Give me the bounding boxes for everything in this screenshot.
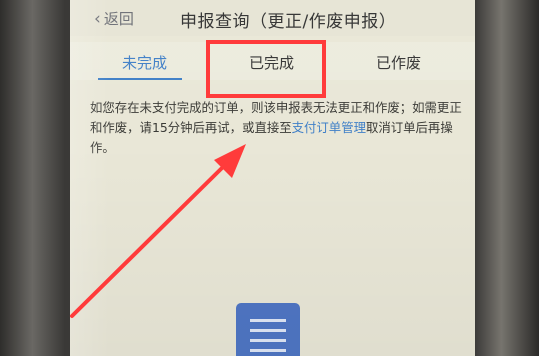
active-tab-indicator [98, 78, 182, 80]
document-icon [236, 303, 300, 356]
document-line [250, 329, 286, 332]
screen-crack-reflection [70, 0, 110, 356]
top-navigation-bar: ‹ 返回 申报查询（更正/作废申报） [70, 0, 475, 36]
payment-order-management-link[interactable]: 支付订单管理 [292, 120, 366, 135]
document-line [250, 319, 286, 322]
document-line [250, 339, 286, 342]
tab-voided[interactable]: 已作废 [376, 52, 421, 73]
annotation-highlight-box [206, 40, 326, 98]
tab-incomplete[interactable]: 未完成 [122, 52, 167, 73]
notice-text: 如您存在未支付完成的订单，则该申报表无法更正和作废；如需更正和作废，请15分钟后… [90, 98, 465, 158]
page-title: 申报查询（更正/作废申报） [180, 12, 397, 32]
document-line [250, 349, 286, 352]
